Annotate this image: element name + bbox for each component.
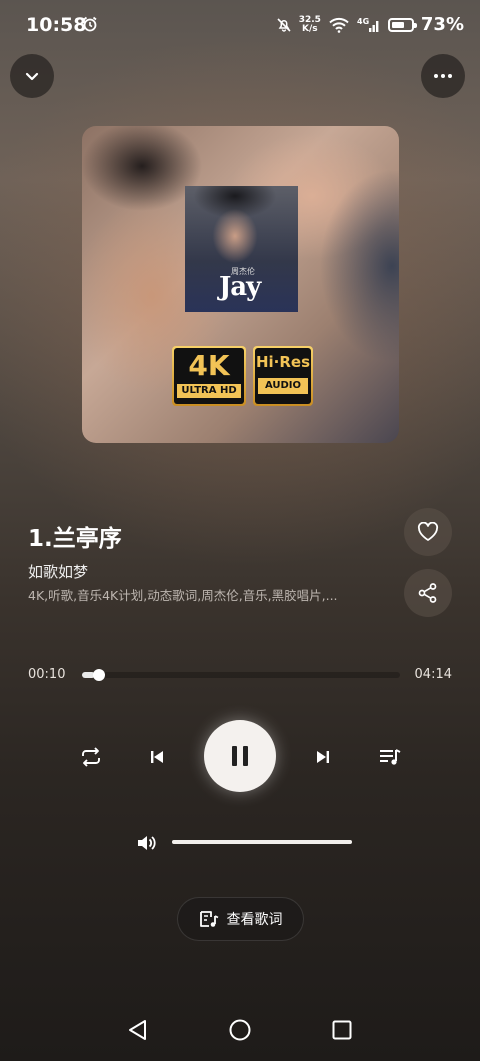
status-time: 10:58 (26, 14, 87, 36)
recents-icon[interactable] (330, 1018, 354, 1042)
wifi-icon (329, 17, 349, 33)
net-speed-unit: K/s (301, 23, 318, 34)
playlist-button[interactable] (373, 740, 407, 774)
collapse-button[interactable] (10, 54, 54, 98)
track-title: 1.兰亭序 (28, 526, 122, 552)
back-icon[interactable] (126, 1018, 150, 1042)
playlist-icon (380, 749, 401, 765)
status-bar: 10:58 32.5 K/s 4G 73% (0, 0, 480, 54)
lyrics-icon (199, 911, 218, 927)
badge-hires: Hi·Res AUDIO (253, 346, 313, 406)
share-button[interactable] (404, 569, 452, 617)
favorite-button[interactable] (404, 508, 452, 556)
home-icon[interactable] (228, 1018, 252, 1042)
album-name[interactable]: 如歌如梦 (28, 561, 88, 582)
badge-4k-sublabel: ULTRA HD (177, 384, 241, 398)
badge-4k: 4K ULTRA HD (172, 346, 246, 406)
badge-4k-label: 4K (188, 349, 230, 382)
volume-fill (172, 840, 352, 844)
volume-slider[interactable] (172, 840, 352, 844)
repeat-icon (82, 747, 100, 767)
next-button[interactable] (306, 740, 340, 774)
share-icon (418, 583, 437, 603)
battery-icon (387, 17, 417, 32)
battery-fill (391, 21, 404, 28)
alarm-icon (83, 16, 97, 32)
previous-button[interactable] (140, 740, 174, 774)
view-lyrics-label: 查看歌词 (226, 912, 283, 928)
volume-button[interactable] (134, 831, 158, 855)
system-nav-bar (0, 1010, 480, 1050)
repeat-button[interactable] (74, 740, 108, 774)
time-total: 04:14 (414, 667, 452, 682)
badge-hires-label: Hi·Res (255, 353, 311, 371)
pause-button[interactable] (204, 720, 276, 792)
cover-text: Jay (219, 272, 261, 302)
next-icon (317, 751, 329, 763)
chevron-down-icon (25, 72, 39, 81)
album-cover-photo: 周杰伦 Jay (185, 186, 298, 312)
time-current: 00:10 (28, 667, 66, 682)
battery-percent: 73% (420, 14, 464, 35)
volume-icon (138, 836, 156, 850)
svg-text:4G: 4G (357, 17, 369, 26)
album-art: 周杰伦 Jay 4K ULTRA HD Hi·Res AUDIO (82, 126, 399, 443)
progress-slider[interactable] (82, 669, 400, 681)
previous-icon (151, 751, 163, 763)
track-tags: 4K,听歌,音乐4K计划,动态歌词,周杰伦,音乐,黑胶唱片,... (28, 588, 338, 603)
status-right: 32.5 K/s 4G 73% (276, 14, 464, 35)
more-icon (434, 74, 452, 78)
badge-hires-sublabel: AUDIO (258, 378, 308, 394)
signal-icon: 4G (357, 17, 379, 32)
view-lyrics-button[interactable]: 查看歌词 (177, 897, 304, 941)
progress-knob[interactable] (92, 669, 105, 681)
heart-icon (417, 522, 439, 541)
mute-icon (277, 17, 291, 32)
pause-icon (232, 746, 248, 766)
net-speed: 32.5 K/s (299, 15, 321, 34)
more-button[interactable] (421, 54, 465, 98)
